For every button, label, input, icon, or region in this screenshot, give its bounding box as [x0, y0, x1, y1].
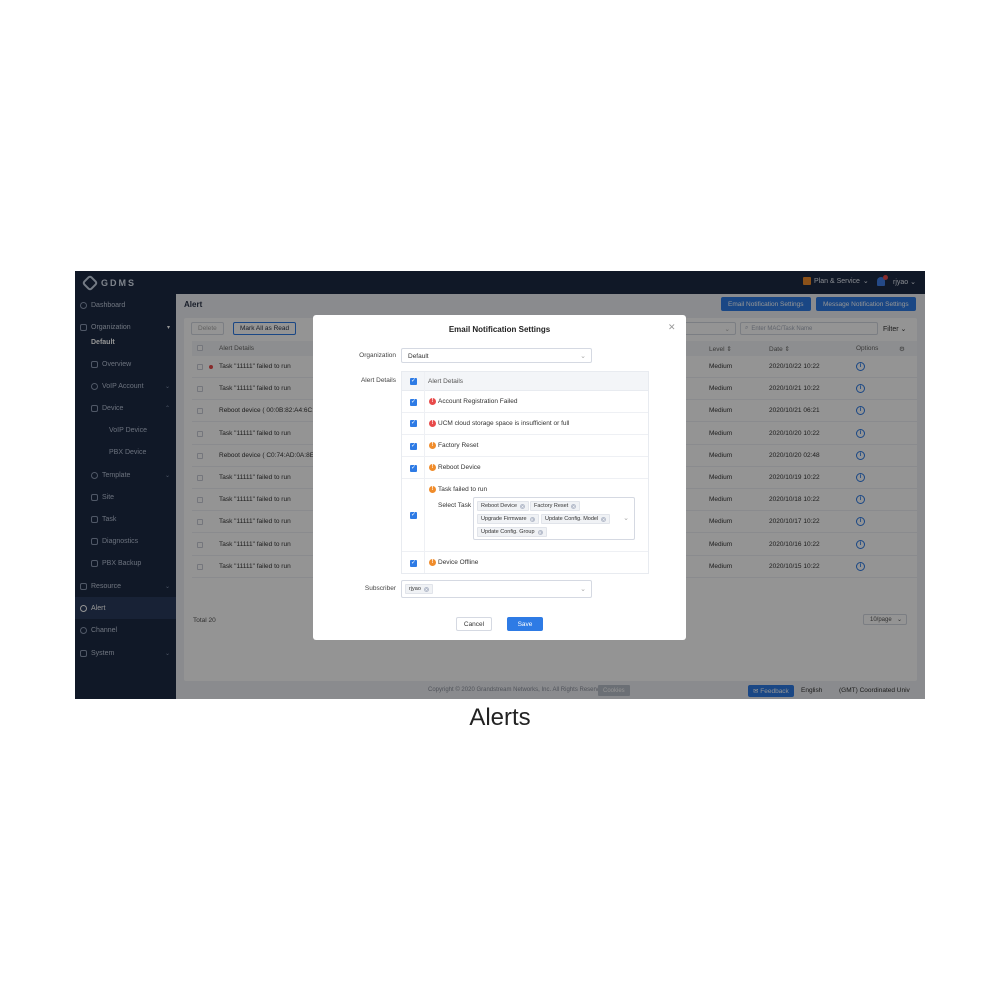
alert-option-row: ✓ ! Factory Reset: [402, 435, 648, 457]
alert-option-label: Account Registration Failed: [438, 398, 518, 405]
alert-details-table: ✓ Alert Details ✓ ! Account Registration…: [401, 371, 649, 574]
task-tag-label: Upgrade Firmware: [481, 516, 527, 522]
alert-details-header: ✓ Alert Details: [402, 372, 648, 391]
subscriber-label: Subscriber: [364, 585, 396, 592]
task-tag-label: Reboot Device: [481, 503, 518, 509]
alert-details-label: Alert Details: [360, 377, 396, 384]
alert-option-checkbox[interactable]: ✓: [410, 420, 417, 427]
error-icon: !: [429, 420, 436, 427]
alert-option-checkbox[interactable]: ✓: [410, 560, 417, 567]
alert-option-checkbox[interactable]: ✓: [410, 465, 417, 472]
alert-option-row: ✓ ! Device Offline: [402, 552, 648, 574]
remove-tag-icon[interactable]: ✕: [571, 503, 577, 509]
chevron-down-icon: ⌄: [623, 515, 629, 522]
alert-option-checkbox[interactable]: ✓: [410, 399, 417, 406]
email-notification-modal: Email Notification Settings ✕ Organizati…: [313, 315, 686, 640]
select-task-label: Select Task: [438, 502, 472, 509]
error-icon: !: [429, 398, 436, 405]
select-task-multiselect[interactable]: Reboot Device ✕ Factory Reset ✕ Upgrade Fi…: [473, 497, 635, 540]
subscriber-tag: rjyao ✕: [405, 584, 433, 594]
warning-icon: !: [429, 486, 436, 493]
chevron-down-icon: ⌄: [580, 586, 586, 593]
save-button[interactable]: Save: [507, 617, 543, 631]
alert-option-row: ✓ ! Task failed to run Select Task Reboo…: [402, 479, 648, 552]
modal-title: Email Notification Settings: [448, 325, 551, 334]
subscriber-select[interactable]: rjyao ✕ ⌄: [401, 580, 592, 598]
alert-option-label: Reboot Device: [438, 464, 481, 471]
task-tag: Upgrade Firmware ✕: [477, 514, 539, 524]
alert-option-row: ✓ ! Account Registration Failed: [402, 391, 648, 413]
alert-option-label: Device Offline: [438, 559, 479, 566]
remove-tag-icon[interactable]: ✕: [537, 529, 543, 535]
task-tag: Update Config. Group ✕: [477, 527, 547, 537]
alert-option-label: Factory Reset: [438, 442, 479, 449]
cancel-button[interactable]: Cancel: [456, 617, 492, 631]
alert-option-checkbox[interactable]: ✓: [410, 512, 417, 519]
task-tag: Factory Reset ✕: [530, 501, 581, 511]
subscriber-tag-label: rjyao: [409, 586, 421, 592]
chevron-down-icon: ⌄: [580, 353, 586, 360]
alert-option-row: ✓ ! UCM cloud storage space is insuffici…: [402, 413, 648, 435]
close-icon[interactable]: ✕: [668, 322, 676, 333]
app-window: GDMS Plan & Service ⌄ rjyao ⌄ Dashboard …: [75, 271, 925, 699]
select-all-alerts-checkbox[interactable]: ✓: [410, 378, 417, 385]
alert-option-label: Task failed to run: [438, 486, 488, 493]
warning-icon: !: [429, 464, 436, 471]
remove-tag-icon[interactable]: ✕: [520, 503, 526, 509]
remove-tag-icon[interactable]: ✕: [529, 516, 535, 522]
remove-tag-icon[interactable]: ✕: [601, 516, 607, 522]
organization-label: Organization: [359, 352, 396, 359]
remove-tag-icon[interactable]: ✕: [423, 586, 429, 592]
alert-option-label: UCM cloud storage space is insufficient …: [438, 420, 570, 427]
task-tag: Update Config. Model ✕: [541, 514, 611, 524]
caption: Alerts: [469, 704, 531, 731]
task-tag-label: Update Config. Model: [545, 516, 599, 522]
warning-icon: !: [429, 442, 436, 449]
task-tag-label: Factory Reset: [534, 503, 569, 509]
task-tag-label: Update Config. Group: [481, 529, 535, 535]
warning-icon: !: [429, 559, 436, 566]
organization-value: Default: [408, 353, 429, 360]
alert-option-row: ✓ ! Reboot Device: [402, 457, 648, 479]
alert-option-checkbox[interactable]: ✓: [410, 443, 417, 450]
alert-details-header-label: Alert Details: [428, 378, 464, 385]
organization-select[interactable]: Default ⌄: [401, 348, 592, 363]
task-tag: Reboot Device ✕: [477, 501, 530, 511]
